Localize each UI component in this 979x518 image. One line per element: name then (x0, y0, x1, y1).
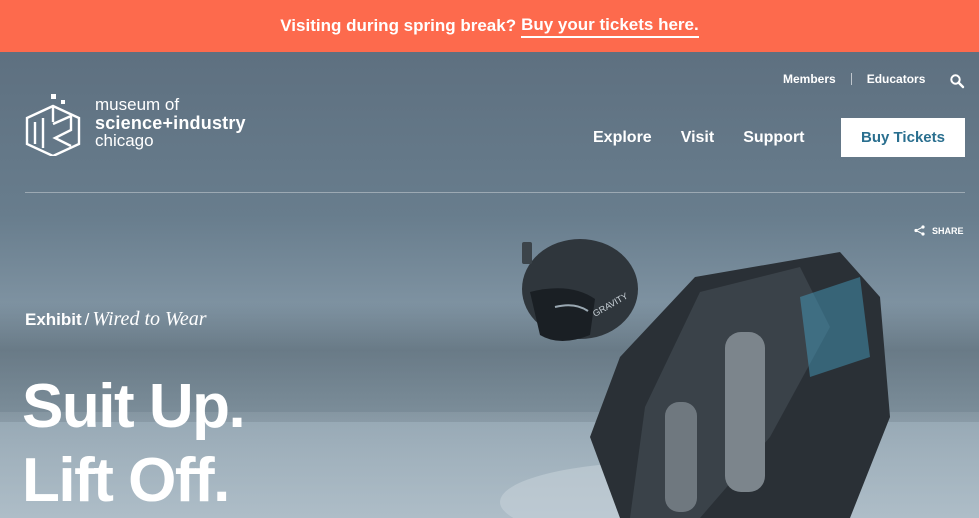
hero-headline: Suit Up. Lift Off. (22, 370, 246, 518)
headline-line-2: Lift Off. (22, 446, 230, 515)
eyebrow-separator: / (84, 310, 90, 329)
header-divider (25, 192, 965, 193)
main-nav: Explore Visit Support (593, 129, 805, 147)
eyebrow-kind: Exhibit (25, 310, 82, 329)
banner-text: Visiting during spring break? (280, 16, 517, 35)
utility-nav-separator (850, 73, 852, 85)
logo-line-chicago: chicago (95, 131, 154, 150)
search-icon[interactable] (949, 73, 965, 89)
nav-members-link[interactable]: Members (783, 72, 836, 86)
msi-logo[interactable]: museum of science+industry chicago (25, 94, 246, 156)
nav-explore[interactable]: Explore (593, 129, 652, 147)
utility-nav: Members Educators (783, 72, 925, 86)
buy-tickets-button[interactable]: Buy Tickets (841, 118, 965, 157)
share-button[interactable]: SHARE (914, 225, 964, 236)
nav-support[interactable]: Support (743, 129, 804, 147)
share-icon (914, 225, 925, 236)
nav-educators-link[interactable]: Educators (867, 72, 926, 86)
banner-buy-tickets-link[interactable]: Buy your tickets here. (521, 15, 699, 38)
announcement-banner: Visiting during spring break? Buy your t… (0, 0, 979, 52)
logo-text: museum of science+industry chicago (95, 96, 246, 150)
hero-section: GRAVITY museum of science+industry chica… (0, 52, 979, 518)
exhibit-eyebrow: Exhibit / Wired to Wear (25, 308, 206, 331)
nav-visit[interactable]: Visit (681, 129, 715, 147)
eyebrow-exhibit-title: Wired to Wear (92, 308, 207, 330)
hero-jetsuit-pilot-image: GRAVITY (500, 239, 890, 518)
msi-logo-icon (25, 94, 81, 156)
headline-line-1: Suit Up. (22, 372, 246, 441)
share-label: SHARE (932, 225, 964, 236)
logo-line-museum: museum of (95, 95, 180, 114)
logo-line-science-industry: science+industry (95, 113, 246, 133)
